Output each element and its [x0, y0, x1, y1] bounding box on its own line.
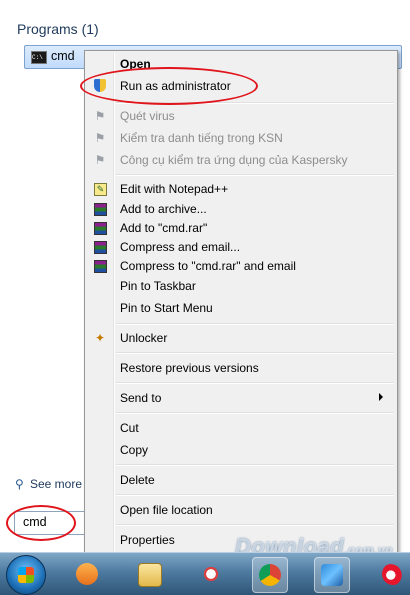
- menu-item-label: Unlocker: [120, 331, 168, 345]
- taskbar: [0, 552, 410, 595]
- kaspersky-icon: ⚑: [94, 131, 106, 145]
- menu-separator: [116, 174, 394, 176]
- menu-item-run-as-administrator[interactable]: Run as administrator: [87, 76, 393, 96]
- menu-item-label: Kiểm tra danh tiếng trong KSN: [120, 131, 283, 145]
- menu-item-add-to-archive[interactable]: Add to archive...: [87, 199, 393, 219]
- menu-item-label: Cut: [120, 421, 139, 435]
- menu-item-label: Copy: [120, 443, 149, 457]
- menu-item-label: Send to: [120, 391, 162, 405]
- menu-item-edit-with-notepadpp[interactable]: ✎ Edit with Notepad++: [87, 179, 393, 199]
- menu-item-kaspersky-app-checker[interactable]: ⚑ Công cụ kiểm tra ứng dụng của Kaspersk…: [87, 150, 393, 170]
- start-search-input[interactable]: cmd: [14, 511, 86, 535]
- menu-item-label: Run as administrator: [120, 79, 231, 93]
- menu-item-copy[interactable]: Copy: [87, 440, 393, 460]
- menu-separator: [116, 464, 394, 466]
- taskbar-snipping-tool[interactable]: [194, 557, 228, 591]
- start-button[interactable]: [6, 555, 46, 595]
- menu-separator: [116, 382, 394, 384]
- winrar-icon: [94, 241, 107, 254]
- cmd-icon: C:\: [31, 51, 47, 64]
- menu-item-add-to-cmd-rar[interactable]: Add to "cmd.rar": [87, 218, 393, 238]
- search-input-value: cmd: [23, 515, 47, 529]
- menu-separator: [116, 524, 394, 526]
- uac-shield-icon: [94, 79, 106, 92]
- menu-item-label: Edit with Notepad++: [120, 182, 229, 196]
- menu-item-compress-to-cmd-rar-and-email[interactable]: Compress to "cmd.rar" and email: [87, 256, 393, 276]
- taskbar-weibo[interactable]: [376, 557, 406, 591]
- menu-item-label: Add to "cmd.rar": [120, 221, 208, 235]
- menu-item-label: Pin to Taskbar: [120, 279, 196, 293]
- taskbar-explorer[interactable]: [132, 557, 166, 591]
- kaspersky-icon: ⚑: [94, 153, 106, 167]
- menu-item-label: Open: [120, 57, 151, 71]
- feather-app-icon: [321, 564, 343, 586]
- menu-item-send-to[interactable]: Send to: [87, 388, 393, 408]
- menu-item-scan-virus[interactable]: ⚑ Quét virus: [87, 106, 393, 126]
- menu-item-label: Compress to "cmd.rar" and email: [120, 259, 296, 273]
- notepadpp-icon: ✎: [94, 183, 107, 196]
- media-player-icon: [76, 563, 98, 585]
- menu-item-label: Add to archive...: [120, 202, 207, 216]
- menu-item-open-file-location[interactable]: Open file location: [87, 500, 393, 520]
- menu-separator: [116, 352, 394, 354]
- menu-item-open[interactable]: Open: [87, 54, 393, 74]
- menu-separator: [116, 102, 394, 104]
- weibo-icon: [382, 563, 404, 585]
- context-menu: Open Run as administrator ⚑ Quét virus ⚑…: [84, 50, 398, 557]
- menu-item-label: Quét virus: [120, 109, 175, 123]
- kaspersky-icon: ⚑: [94, 109, 106, 123]
- see-more-results-link[interactable]: ⚲ See more: [15, 477, 82, 491]
- menu-separator: [116, 412, 394, 414]
- taskbar-feather-app[interactable]: [314, 557, 350, 593]
- program-label: cmd: [51, 49, 75, 63]
- taskbar-media-player[interactable]: [70, 557, 104, 591]
- menu-item-label: Open file location: [120, 503, 213, 517]
- menu-separator: [116, 494, 394, 496]
- chrome-icon: [259, 564, 281, 586]
- unlocker-wand-icon: ✦: [94, 331, 106, 345]
- menu-item-label: Công cụ kiểm tra ứng dụng của Kaspersky: [120, 153, 348, 167]
- menu-item-restore-previous-versions[interactable]: Restore previous versions: [87, 358, 393, 378]
- menu-item-delete[interactable]: Delete: [87, 470, 393, 490]
- see-more-label: See more: [30, 477, 83, 491]
- explorer-icon: [138, 563, 162, 587]
- menu-item-check-ksn-reputation[interactable]: ⚑ Kiểm tra danh tiếng trong KSN: [87, 128, 393, 148]
- menu-item-compress-and-email[interactable]: Compress and email...: [87, 237, 393, 257]
- programs-section-title: Programs (1): [17, 21, 99, 37]
- menu-item-label: Compress and email...: [120, 240, 241, 254]
- menu-item-pin-to-start-menu[interactable]: Pin to Start Menu: [87, 298, 393, 318]
- search-icon: ⚲: [15, 477, 24, 491]
- menu-item-label: Restore previous versions: [120, 361, 259, 375]
- menu-item-label: Pin to Start Menu: [120, 301, 213, 315]
- winrar-icon: [94, 260, 107, 273]
- snipping-tool-icon: [200, 563, 222, 585]
- windows-logo-icon: [18, 567, 34, 583]
- menu-item-label: Properties: [120, 533, 175, 547]
- menu-separator: [116, 323, 394, 325]
- menu-item-pin-to-taskbar[interactable]: Pin to Taskbar: [87, 276, 393, 296]
- menu-item-cut[interactable]: Cut: [87, 418, 393, 438]
- submenu-arrow-icon: [379, 393, 383, 401]
- menu-item-label: Delete: [120, 473, 155, 487]
- winrar-icon: [94, 203, 107, 216]
- winrar-icon: [94, 222, 107, 235]
- taskbar-chrome[interactable]: [252, 557, 288, 593]
- menu-item-unlocker[interactable]: ✦ Unlocker: [87, 328, 393, 348]
